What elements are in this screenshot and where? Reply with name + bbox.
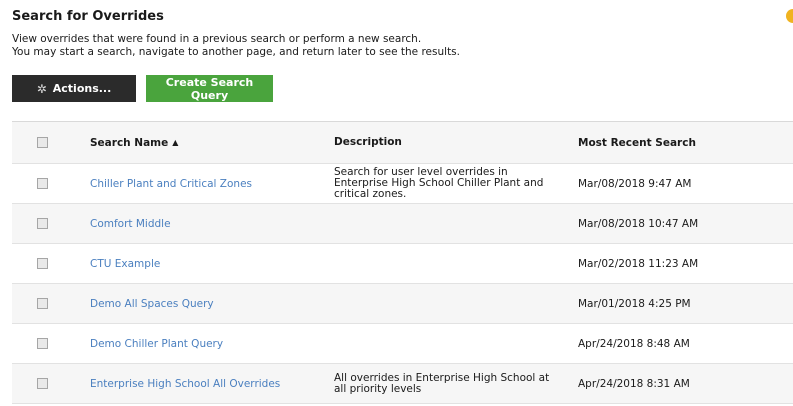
table-row: Comfort Middle Mar/08/2018 10:47 AM bbox=[12, 204, 793, 244]
select-all-checkbox[interactable] bbox=[37, 137, 48, 148]
row-checkbox[interactable] bbox=[37, 298, 48, 309]
table-row: CTU Example Mar/02/2018 11:23 AM bbox=[12, 244, 793, 284]
description-line-1: View overrides that were found in a prev… bbox=[12, 33, 422, 45]
row-checkbox[interactable] bbox=[37, 378, 48, 389]
search-name-link[interactable]: Comfort Middle bbox=[90, 218, 171, 230]
page-description: View overrides that were found in a prev… bbox=[12, 33, 460, 59]
row-most-recent-search: Apr/24/2018 8:48 AM bbox=[578, 337, 690, 350]
row-description bbox=[334, 204, 564, 243]
row-checkbox-cell bbox=[12, 324, 67, 363]
row-most-recent-search: Mar/08/2018 10:47 AM bbox=[578, 217, 699, 230]
search-name-link[interactable]: Enterprise High School All Overrides bbox=[90, 378, 280, 390]
row-description bbox=[334, 324, 564, 363]
status-indicator-icon bbox=[786, 9, 793, 23]
table-row: Demo All Spaces Query Mar/01/2018 4:25 P… bbox=[12, 284, 793, 324]
table-row: Demo Chiller Plant Query Apr/24/2018 8:4… bbox=[12, 324, 793, 364]
row-checkbox[interactable] bbox=[37, 178, 48, 189]
page-title: Search for Overrides bbox=[12, 9, 164, 24]
row-most-recent-search: Mar/02/2018 11:23 AM bbox=[578, 257, 699, 270]
header-checkbox-cell bbox=[12, 122, 67, 163]
row-description bbox=[334, 244, 564, 283]
overrides-page: Search for Overrides View overrides that… bbox=[0, 0, 793, 406]
row-most-recent-search: Mar/01/2018 4:25 PM bbox=[578, 297, 691, 310]
column-header-most-recent-search[interactable]: Most Recent Search bbox=[578, 122, 778, 163]
gear-icon: ✲ bbox=[36, 81, 47, 96]
column-header-search-name[interactable]: Search Name ▲ bbox=[90, 122, 320, 163]
row-checkbox[interactable] bbox=[37, 338, 48, 349]
row-checkbox[interactable] bbox=[37, 258, 48, 269]
actions-button[interactable]: ✲ Actions... bbox=[12, 75, 136, 102]
create-search-query-label: Create Search Query bbox=[165, 75, 254, 102]
sort-ascending-icon: ▲ bbox=[172, 138, 179, 147]
row-description: Search for user level overrides in Enter… bbox=[334, 166, 544, 200]
row-checkbox-cell bbox=[12, 204, 67, 243]
table-header-row: Search Name ▲ Description Most Recent Se… bbox=[12, 122, 793, 164]
row-checkbox-cell bbox=[12, 164, 67, 203]
table-row: Enterprise High School All Overrides All… bbox=[12, 364, 793, 404]
create-search-query-button[interactable]: Create Search Query bbox=[146, 75, 273, 102]
row-description: All overrides in Enterprise High School … bbox=[334, 371, 550, 395]
search-name-link[interactable]: CTU Example bbox=[90, 258, 160, 270]
column-header-search-name-label: Search Name bbox=[90, 136, 169, 149]
description-line-2: You may start a search, navigate to anot… bbox=[12, 46, 460, 58]
row-checkbox[interactable] bbox=[37, 218, 48, 229]
row-description bbox=[334, 284, 564, 323]
row-most-recent-search: Mar/08/2018 9:47 AM bbox=[578, 177, 692, 190]
search-name-link[interactable]: Demo Chiller Plant Query bbox=[90, 338, 223, 350]
search-results-table: Search Name ▲ Description Most Recent Se… bbox=[12, 121, 793, 404]
row-checkbox-cell bbox=[12, 364, 67, 403]
column-header-description[interactable]: Description bbox=[334, 122, 564, 163]
search-name-link[interactable]: Demo All Spaces Query bbox=[90, 298, 214, 310]
actions-button-label: Actions... bbox=[52, 82, 112, 95]
row-checkbox-cell bbox=[12, 244, 67, 283]
row-most-recent-search: Apr/24/2018 8:31 AM bbox=[578, 377, 690, 390]
search-name-link[interactable]: Chiller Plant and Critical Zones bbox=[90, 178, 252, 190]
table-row: Chiller Plant and Critical Zones Search … bbox=[12, 164, 793, 204]
row-checkbox-cell bbox=[12, 284, 67, 323]
